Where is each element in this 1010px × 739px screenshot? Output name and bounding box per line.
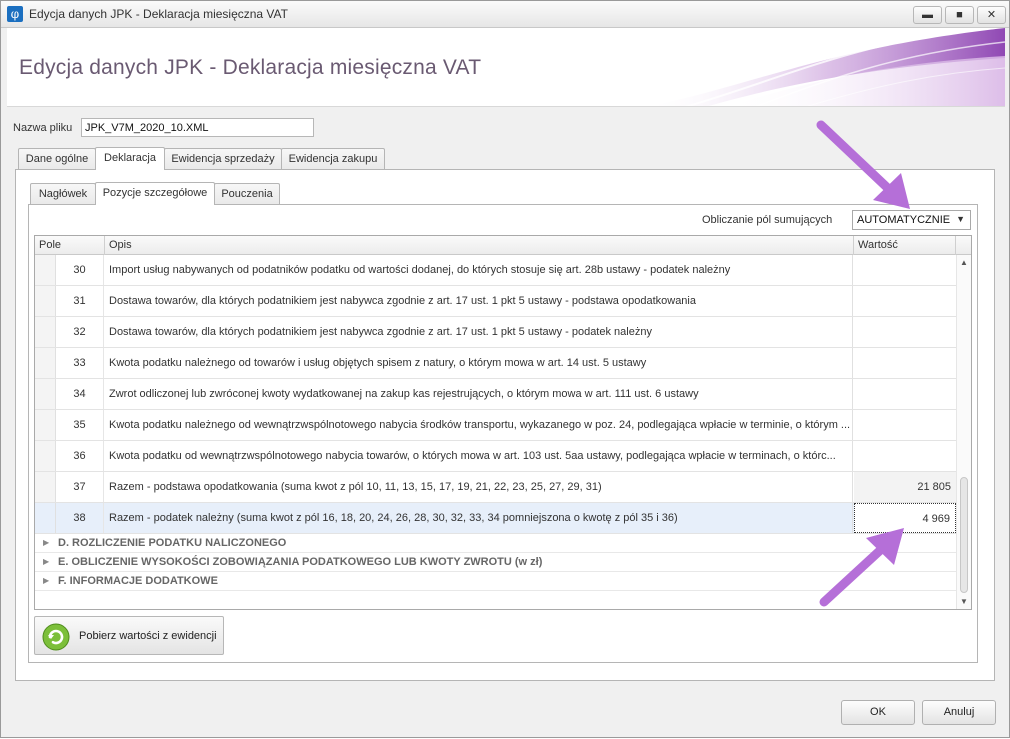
app-logo-icon: φ xyxy=(7,6,23,22)
row-value-cell[interactable] xyxy=(854,255,956,285)
tab-ewidencja-sprzedazy[interactable]: Ewidencja sprzedaży xyxy=(164,148,282,170)
group-label: D. ROZLICZENIE PODATKU NALICZONEGO xyxy=(58,537,287,549)
grid-header: Pole Opis Wartość xyxy=(35,236,971,255)
row-description: Dostawa towarów, dla których podatnikiem… xyxy=(105,317,853,347)
tab-deklaracja[interactable]: Deklaracja xyxy=(95,147,165,170)
maximize-icon: ■ xyxy=(956,9,963,21)
row-description: Kwota podatku należnego od towarów i usł… xyxy=(105,348,853,378)
row-description: Import usług nabywanych od podatników po… xyxy=(105,255,853,285)
row-description: Kwota podatku należnego od wewnątrzwspól… xyxy=(105,410,853,440)
row-value-cell[interactable] xyxy=(854,441,956,471)
row-description: Kwota podatku od wewnątrzwspólnotowego n… xyxy=(105,441,853,471)
row-gutter xyxy=(35,255,56,285)
row-value-cell[interactable] xyxy=(854,286,956,316)
refresh-icon xyxy=(42,623,70,651)
table-row[interactable]: 30 Import usług nabywanych od podatników… xyxy=(35,255,956,286)
table-row[interactable]: 35 Kwota podatku należnego od wewnątrzws… xyxy=(35,410,956,441)
decorative-swoosh-icon xyxy=(649,28,1005,106)
row-value-cell[interactable] xyxy=(854,410,956,440)
group-row-section-d[interactable]: ▶ D. ROZLICZENIE PODATKU NALICZONEGO xyxy=(35,534,956,553)
expand-triangle-icon[interactable]: ▶ xyxy=(43,534,49,552)
vertical-scrollbar[interactable]: ▲ ▼ xyxy=(956,255,971,609)
row-gutter xyxy=(35,348,56,378)
group-label: F. INFORMACJE DODATKOWE xyxy=(58,575,218,587)
group-row-section-e[interactable]: ▶ E. OBLICZENIE WYSOKOŚCI ZOBOWIĄZANIA P… xyxy=(35,553,956,572)
row-description: Dostawa towarów, dla których podatnikiem… xyxy=(105,286,853,316)
group-label: E. OBLICZENIE WYSOKOŚCI ZOBOWIĄZANIA POD… xyxy=(58,556,543,568)
table-row[interactable]: 36 Kwota podatku od wewnątrzwspólnotoweg… xyxy=(35,441,956,472)
table-row[interactable]: 33 Kwota podatku należnego od towarów i … xyxy=(35,348,956,379)
row-field-number: 34 xyxy=(56,379,104,409)
table-row[interactable]: 37 Razem - podstawa opodatkowania (suma … xyxy=(35,472,956,503)
file-name-label: Nazwa pliku xyxy=(13,122,73,134)
ok-button[interactable]: OK xyxy=(841,700,915,725)
row-gutter xyxy=(35,441,56,471)
minimize-icon: ▬ xyxy=(922,9,933,21)
row-field-number: 38 xyxy=(56,503,104,533)
table-row-selected[interactable]: 38 Razem - podatek należny (suma kwot z … xyxy=(35,503,956,534)
expand-triangle-icon[interactable]: ▶ xyxy=(43,553,49,571)
row-gutter xyxy=(35,286,56,316)
maximize-button[interactable]: ■ xyxy=(945,6,974,24)
calc-mode-select[interactable]: AUTOMATYCZNIE ▼ xyxy=(852,210,971,230)
tab-dane-ogolne[interactable]: Dane ogólne xyxy=(18,148,96,170)
minimize-button[interactable]: ▬ xyxy=(913,6,942,24)
window-title: Edycja danych JPK - Deklaracja miesięczn… xyxy=(29,7,288,21)
row-field-number: 31 xyxy=(56,286,104,316)
tab-naglowek[interactable]: Nagłówek xyxy=(30,183,96,205)
row-description: Zwrot odliczonej lub zwróconej kwoty wyd… xyxy=(105,379,853,409)
row-gutter xyxy=(35,379,56,409)
close-button[interactable]: ✕ xyxy=(977,6,1006,24)
page-title: Edycja danych JPK - Deklaracja miesięczn… xyxy=(19,56,482,79)
table-row[interactable]: 31 Dostawa towarów, dla których podatnik… xyxy=(35,286,956,317)
table-row[interactable]: 32 Dostawa towarów, dla których podatnik… xyxy=(35,317,956,348)
row-description: Razem - podstawa opodatkowania (suma kwo… xyxy=(105,472,853,502)
header-banner: Edycja danych JPK - Deklaracja miesięczn… xyxy=(7,28,1005,107)
positions-grid: Pole Opis Wartość 30 Import usług nabywa… xyxy=(34,235,972,610)
calc-mode-value: AUTOMATYCZNIE xyxy=(857,214,951,226)
tab-ewidencja-zakupu[interactable]: Ewidencja zakupu xyxy=(281,148,385,170)
dialog-window: φ Edycja danych JPK - Deklaracja miesięc… xyxy=(0,0,1010,738)
row-value-cell[interactable] xyxy=(854,379,956,409)
scroll-down-icon[interactable]: ▼ xyxy=(960,597,968,606)
row-field-number: 32 xyxy=(56,317,104,347)
row-gutter xyxy=(35,410,56,440)
column-header-pole[interactable]: Pole xyxy=(35,236,105,255)
row-description: Razem - podatek należny (suma kwot z pól… xyxy=(105,503,853,533)
column-header-opis[interactable]: Opis xyxy=(105,236,854,255)
cancel-button[interactable]: Anuluj xyxy=(922,700,996,725)
scroll-up-icon[interactable]: ▲ xyxy=(960,258,968,267)
row-value-cell[interactable] xyxy=(854,348,956,378)
table-row[interactable]: 34 Zwrot odliczonej lub zwróconej kwoty … xyxy=(35,379,956,410)
title-bar[interactable]: φ Edycja danych JPK - Deklaracja miesięc… xyxy=(1,1,1009,28)
dropdown-arrow-icon: ▼ xyxy=(956,214,965,224)
row-value-cell[interactable] xyxy=(854,317,956,347)
row-gutter xyxy=(35,503,56,533)
calc-mode-label: Obliczanie pól sumujących xyxy=(702,214,833,226)
row-field-number: 30 xyxy=(56,255,104,285)
column-header-wartosc[interactable]: Wartość xyxy=(854,236,956,255)
row-field-number: 35 xyxy=(56,410,104,440)
row-gutter xyxy=(35,472,56,502)
fetch-values-label: Pobierz wartości z ewidencji xyxy=(79,630,217,642)
row-field-number: 37 xyxy=(56,472,104,502)
tab-pozycje-szczegolowe[interactable]: Pozycje szczegółowe xyxy=(95,182,215,205)
tab-pouczenia[interactable]: Pouczenia xyxy=(214,183,280,205)
fetch-values-button[interactable]: Pobierz wartości z ewidencji xyxy=(34,616,224,655)
expand-triangle-icon[interactable]: ▶ xyxy=(43,572,49,590)
row-field-number: 33 xyxy=(56,348,104,378)
file-name-input[interactable] xyxy=(81,118,314,137)
close-icon: ✕ xyxy=(986,9,997,21)
row-value-cell[interactable]: 4 969 xyxy=(854,503,956,533)
scroll-thumb[interactable] xyxy=(960,477,968,593)
row-field-number: 36 xyxy=(56,441,104,471)
row-gutter xyxy=(35,317,56,347)
group-row-section-f[interactable]: ▶ F. INFORMACJE DODATKOWE xyxy=(35,572,956,591)
row-value-cell[interactable]: 21 805 xyxy=(854,472,956,502)
